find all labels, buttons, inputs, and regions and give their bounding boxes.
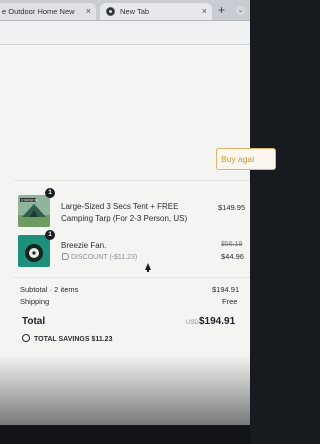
shipping-label: Shipping	[20, 297, 50, 306]
order-item-tent: STARSON 1 Large-Sized 3 Secs Tent + FREE…	[18, 188, 250, 235]
tab-outdoor-home[interactable]: e Outdoor Home New ×	[0, 3, 96, 20]
tag-icon	[62, 253, 69, 260]
close-icon[interactable]: ×	[202, 3, 207, 20]
total-value: $194.91	[199, 316, 236, 327]
subtotal-value: $194.91	[212, 285, 240, 294]
tent-product-image[interactable]: STARSON	[18, 195, 50, 227]
new-tab-button[interactable]: +	[218, 2, 225, 18]
browser-toolbar	[0, 21, 250, 44]
product-logo-text: STARSON	[21, 198, 38, 202]
total-label: Total	[22, 316, 46, 327]
tab-search-button[interactable]: ⌄	[236, 6, 245, 15]
item-name[interactable]: Breezie Fan.	[61, 240, 106, 252]
original-price: $56.19	[221, 241, 243, 248]
fan-product-image[interactable]	[18, 235, 50, 267]
divider	[14, 180, 250, 181]
tab-new-tab[interactable]: New Tab ×	[100, 3, 212, 20]
order-summary-page: Buy agai STARSON 1 Large-Sized 3 Secs Te…	[0, 45, 276, 425]
item-price: $44.96	[221, 252, 244, 261]
discount-label: DISCOUNT (-$11.23)	[62, 253, 137, 261]
tab-title: New Tab	[120, 7, 150, 16]
item-name[interactable]: Large-Sized 3 Secs Tent + FREE Camping T…	[61, 201, 211, 224]
quantity-badge: 1	[45, 188, 55, 198]
subtotal-label: Subtotal · 2 items	[20, 285, 79, 294]
total-currency: USD	[186, 320, 199, 326]
chrome-favicon-icon	[106, 7, 115, 16]
close-icon[interactable]: ×	[86, 3, 91, 20]
quantity-badge: 1	[45, 230, 55, 240]
savings-badge-icon	[22, 334, 30, 342]
order-item-fan: 1 Breezie Fan. DISCOUNT (-$11.23) $56.19…	[18, 230, 250, 275]
total-savings: TOTAL SAVINGS $11.23	[22, 334, 112, 343]
browser-tab-strip: e Outdoor Home New × New Tab × + ⌄	[0, 0, 250, 21]
tab-title: e Outdoor Home New	[2, 7, 75, 16]
discount-text: DISCOUNT (-$11.23)	[71, 254, 138, 261]
shipping-value: Free	[222, 297, 238, 306]
buy-again-button[interactable]: Buy agai	[216, 148, 276, 170]
item-price: $149.95	[218, 203, 246, 212]
total-savings-text: TOTAL SAVINGS $11.23	[34, 336, 113, 343]
divider	[14, 277, 250, 278]
monitor-bezel	[0, 425, 250, 444]
